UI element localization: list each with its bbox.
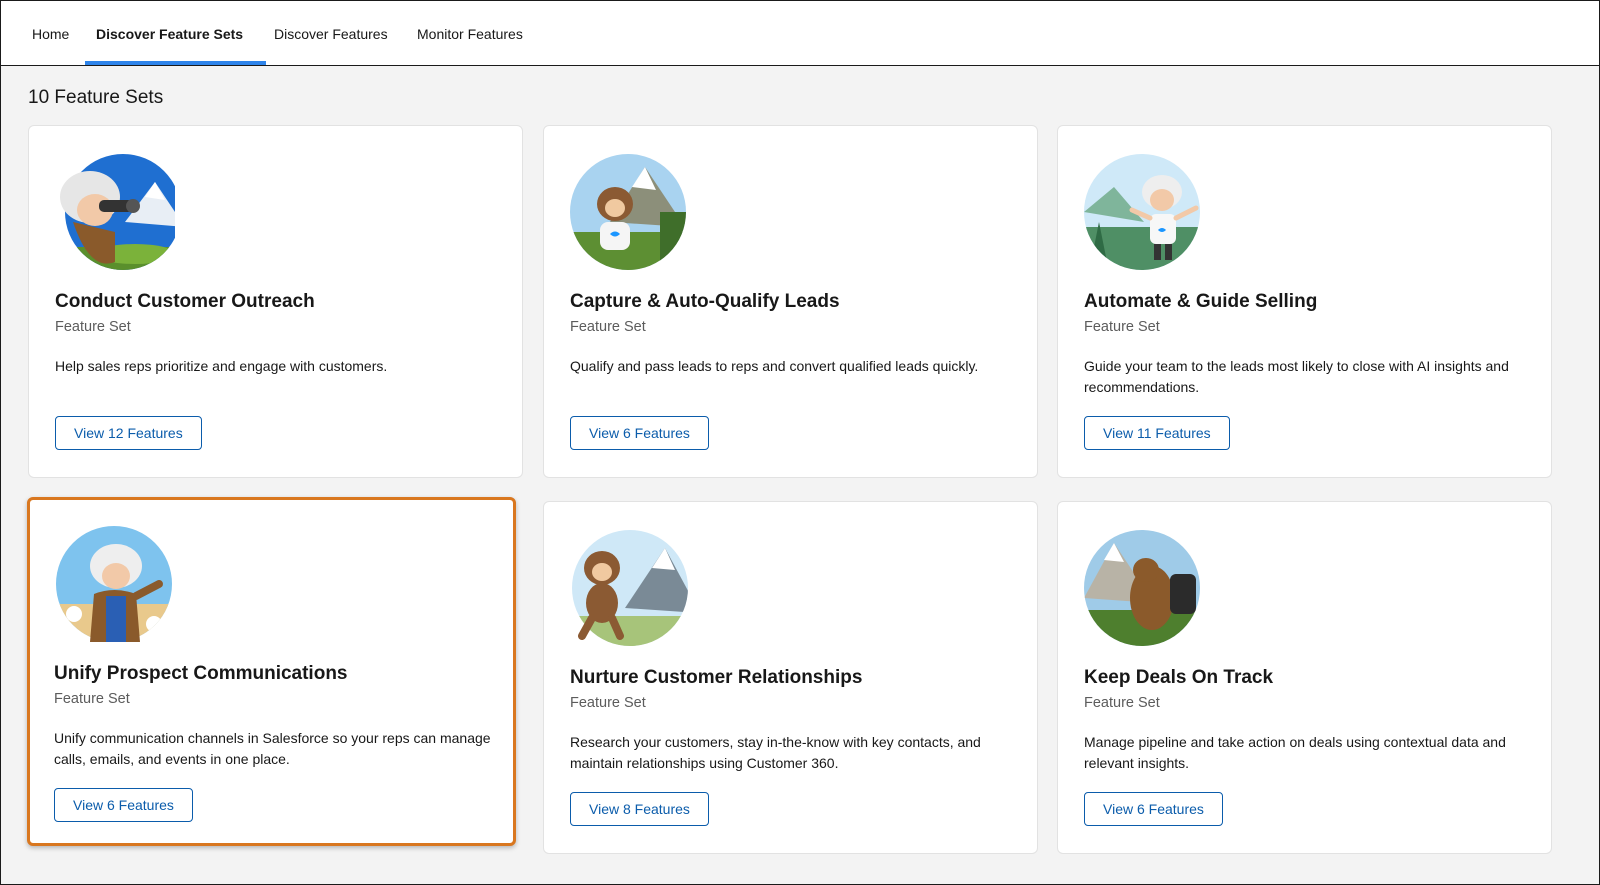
- view-features-button[interactable]: View 8 Features: [570, 792, 709, 826]
- astro-sitting-icon: [570, 154, 686, 270]
- tab-discover-features[interactable]: Discover Features: [274, 1, 388, 65]
- astro-walking-icon: [572, 530, 688, 646]
- view-features-button[interactable]: View 11 Features: [1084, 416, 1230, 450]
- feature-set-card: Capture & Auto-Qualify Leads Feature Set…: [543, 125, 1038, 478]
- card-title: Capture & Auto-Qualify Leads: [570, 291, 840, 312]
- active-tab-indicator: [85, 61, 266, 65]
- card-title: Conduct Customer Outreach: [55, 291, 315, 312]
- feature-set-card: Keep Deals On Track Feature Set Manage p…: [1057, 501, 1552, 854]
- tab-monitor-features[interactable]: Monitor Features: [417, 1, 523, 65]
- card-subtitle: Feature Set: [1084, 319, 1160, 335]
- tab-home[interactable]: Home: [32, 1, 69, 65]
- feature-set-card: Automate & Guide Selling Feature Set Gui…: [1057, 125, 1552, 478]
- top-navigation: Home Discover Feature Sets Discover Feat…: [1, 1, 1599, 66]
- card-subtitle: Feature Set: [570, 319, 646, 335]
- card-description: Unify communication channels in Salesfor…: [54, 730, 491, 767]
- feature-set-card: Nurture Customer Relationships Feature S…: [543, 501, 1038, 854]
- card-title: Keep Deals On Track: [1084, 667, 1274, 688]
- feature-set-count: 10 Feature Sets: [28, 87, 164, 108]
- card-description: Qualify and pass leads to reps and conve…: [570, 358, 979, 374]
- app-frame: Home Discover Feature Sets Discover Feat…: [0, 0, 1600, 885]
- feature-set-card-highlighted: Unify Prospect Communications Feature Se…: [27, 497, 516, 846]
- view-features-button[interactable]: View 6 Features: [570, 416, 709, 450]
- card-description: Guide your team to the leads most likely…: [1084, 358, 1509, 395]
- card-subtitle: Feature Set: [55, 319, 131, 335]
- card-title: Unify Prospect Communications: [54, 663, 348, 684]
- view-features-button[interactable]: View 6 Features: [54, 788, 193, 822]
- card-title: Nurture Customer Relationships: [570, 667, 863, 688]
- card-description: Help sales reps prioritize and engage wi…: [55, 358, 388, 374]
- card-subtitle: Feature Set: [570, 695, 646, 711]
- view-features-button[interactable]: View 12 Features: [55, 416, 202, 450]
- codey-backpack-icon: [1084, 530, 1200, 646]
- einstein-binoculars-icon: [60, 154, 175, 270]
- card-description: Manage pipeline and take action on deals…: [1084, 734, 1506, 771]
- card-subtitle: Feature Set: [54, 691, 130, 707]
- einstein-flowers-icon: [56, 526, 172, 642]
- card-title: Automate & Guide Selling: [1084, 291, 1318, 312]
- feature-set-card: Conduct Customer Outreach Feature Set He…: [28, 125, 523, 478]
- card-subtitle: Feature Set: [1084, 695, 1160, 711]
- card-description: Research your customers, stay in-the-kno…: [570, 734, 981, 771]
- view-features-button[interactable]: View 6 Features: [1084, 792, 1223, 826]
- tab-discover-feature-sets[interactable]: Discover Feature Sets: [96, 1, 243, 65]
- einstein-waving-icon: [1084, 154, 1200, 270]
